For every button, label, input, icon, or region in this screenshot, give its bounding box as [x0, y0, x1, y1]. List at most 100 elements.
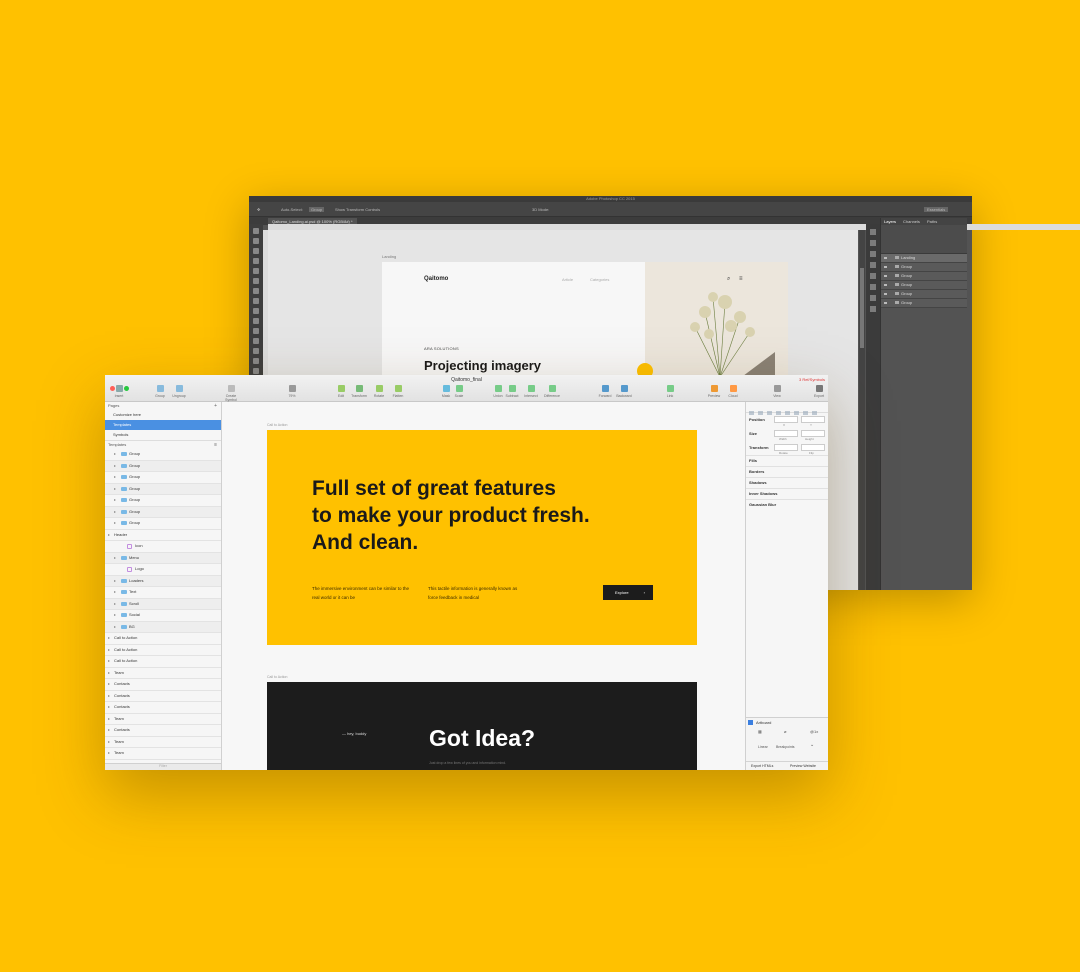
layer-row[interactable]: ▸ Loaders [105, 575, 221, 587]
layers-menu-icon[interactable]: ≡ [214, 441, 217, 449]
eyedropper-icon[interactable] [253, 278, 259, 284]
intersect-button[interactable]: Intersect [520, 385, 542, 398]
inspector-section[interactable]: Fills [746, 455, 828, 466]
disclosure-triangle-icon[interactable]: ▸ [114, 518, 116, 529]
layer-row[interactable]: ▸ Team [105, 748, 221, 760]
libraries-icon[interactable] [870, 295, 876, 301]
layer-row[interactable]: ▸ Group [105, 449, 221, 461]
disclosure-triangle-icon[interactable]: ▸ [108, 668, 110, 679]
inspector-section[interactable]: Inner Shadows [746, 488, 828, 499]
properties-icon[interactable] [870, 240, 876, 246]
auto-select-label[interactable]: Auto-Select: [281, 207, 303, 212]
layer-row[interactable]: ▸ Contacts [105, 679, 221, 691]
ps-layer-row[interactable]: Group [881, 263, 967, 272]
eye-icon[interactable] [884, 266, 887, 268]
disclosure-triangle-icon[interactable]: ▸ [108, 702, 110, 713]
disclosure-triangle-icon[interactable]: ▸ [114, 587, 116, 598]
character-icon[interactable] [870, 273, 876, 279]
auto-select-dropdown[interactable]: Group [309, 207, 325, 212]
disclosure-triangle-icon[interactable]: ▸ [114, 553, 116, 564]
ps-layer-row[interactable]: Group [881, 299, 967, 308]
eye-icon[interactable] [884, 284, 887, 286]
zoom-button[interactable]: 79% [281, 385, 303, 398]
layer-row[interactable]: ▸ Group [105, 518, 221, 530]
page-item[interactable]: Templates [105, 420, 221, 430]
layer-row[interactable]: ▸ Team [105, 668, 221, 679]
disclosure-triangle-icon[interactable]: ▸ [108, 645, 110, 656]
rotate-input[interactable] [774, 444, 798, 451]
disclosure-triangle-icon[interactable]: ▸ [114, 610, 116, 621]
export-size[interactable]: @1x [810, 729, 818, 734]
layer-row[interactable]: ▸ Group [105, 483, 221, 495]
inspector-section[interactable]: Gaussian Blur [746, 499, 828, 510]
blur-icon[interactable] [253, 348, 259, 354]
layer-row[interactable]: ▸ Team [105, 737, 221, 748]
ungroup-button[interactable]: Ungroup [168, 385, 190, 398]
disclosure-triangle-icon[interactable]: ▸ [108, 633, 110, 644]
ps-scrollbar[interactable] [859, 230, 865, 590]
layer-row[interactable]: ▸ Header [105, 530, 221, 541]
disclosure-triangle-icon[interactable]: ▸ [114, 484, 116, 495]
transform-button[interactable]: Transform [348, 385, 370, 398]
adjustments-icon[interactable] [870, 251, 876, 257]
pen-icon[interactable] [253, 368, 259, 374]
artboard-label[interactable]: Call to Action [267, 423, 287, 427]
width-input[interactable] [774, 430, 798, 437]
disclosure-triangle-icon[interactable]: ▸ [114, 495, 116, 506]
layer-row[interactable]: ▸ BG [105, 621, 221, 633]
layer-row[interactable]: Icon [105, 541, 221, 553]
add-page-icon[interactable]: + [214, 402, 217, 410]
history-brush-icon[interactable] [253, 318, 259, 324]
eye-icon[interactable] [884, 293, 887, 295]
disclosure-triangle-icon[interactable]: ▸ [114, 599, 116, 610]
tab-channels[interactable]: Channels [903, 219, 920, 224]
swatches-icon[interactable] [870, 262, 876, 268]
layer-row[interactable]: ▸ Contacts [105, 702, 221, 714]
ps-layer-row[interactable]: Group [881, 290, 967, 299]
ps-layer-controls[interactable] [881, 225, 967, 254]
layer-row[interactable]: ▸ Call to Action [105, 633, 221, 645]
disclosure-triangle-icon[interactable]: ▸ [114, 507, 116, 518]
link-button[interactable]: Link [659, 385, 681, 398]
eraser-icon[interactable] [253, 328, 259, 334]
disclosure-triangle-icon[interactable]: ▸ [108, 679, 110, 690]
layer-row[interactable]: ▸ Social [105, 610, 221, 622]
layer-row[interactable]: ▸ Scroll [105, 598, 221, 610]
grid-icon[interactable]: ▦ [758, 729, 762, 734]
insert-button[interactable]: Insert [108, 385, 130, 398]
preview-website-button[interactable]: Preview Website [790, 762, 816, 770]
x-input[interactable] [774, 416, 798, 423]
move-icon[interactable] [253, 228, 259, 234]
ps-layer-row[interactable]: Group [881, 272, 967, 281]
layer-row[interactable]: ▸ Contacts [105, 725, 221, 737]
disclosure-triangle-icon[interactable]: ▸ [108, 714, 110, 725]
scale-button[interactable]: Scale [448, 385, 470, 398]
ps-layer-row[interactable]: Group [881, 281, 967, 290]
tab-layers[interactable]: Layers [884, 219, 896, 224]
disclosure-triangle-icon[interactable]: ▸ [114, 449, 116, 460]
dodge-icon[interactable] [253, 358, 259, 364]
disclosure-triangle-icon[interactable]: ▸ [108, 530, 110, 541]
workspace-dropdown[interactable]: Essentials [924, 207, 949, 212]
disclosure-triangle-icon[interactable]: ▸ [108, 737, 110, 748]
breakpoints[interactable]: Breakpoints [776, 745, 794, 749]
backward-button[interactable]: Backward [613, 385, 635, 398]
difference-button[interactable]: Difference [541, 385, 563, 398]
info-icon[interactable] [870, 306, 876, 312]
disclosure-triangle-icon[interactable]: ▸ [108, 691, 110, 702]
view-button[interactable]: View [766, 385, 788, 398]
ps-scroll-thumb[interactable] [860, 268, 864, 348]
layer-row[interactable]: ▸ Menu [105, 552, 221, 564]
magic-wand-icon[interactable] [253, 258, 259, 264]
flip-buttons[interactable] [801, 444, 825, 451]
tab-paths[interactable]: Paths [927, 219, 937, 224]
eye-icon[interactable] [884, 275, 887, 277]
crop-icon[interactable] [253, 268, 259, 274]
page-item[interactable]: Symbols [105, 430, 221, 440]
eye-icon[interactable] [884, 302, 887, 304]
slice-type[interactable]: Linear [758, 745, 768, 749]
marquee-icon[interactable] [253, 238, 259, 244]
y-input[interactable] [801, 416, 825, 423]
height-input[interactable] [801, 430, 825, 437]
paperclip-icon[interactable]: ⌀ [784, 729, 786, 734]
